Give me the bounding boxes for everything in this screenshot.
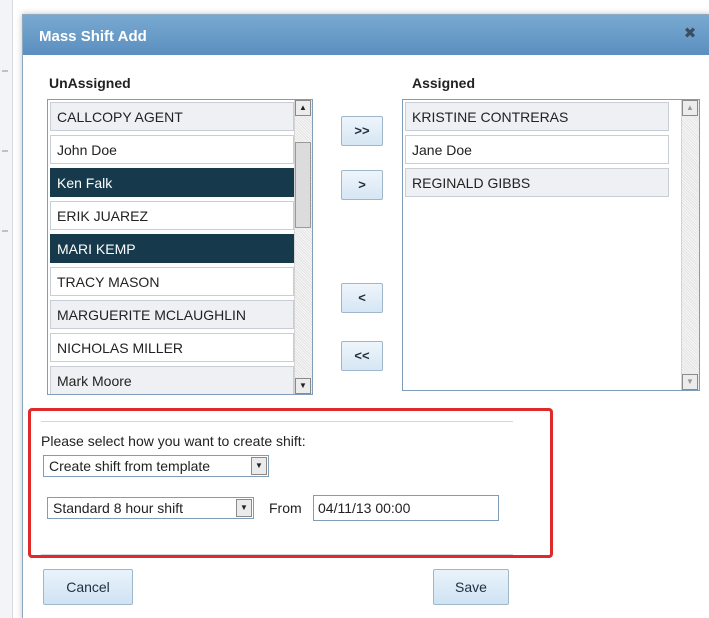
dialog-title: Mass Shift Add (39, 28, 147, 45)
add-all-button[interactable]: >> (341, 116, 383, 146)
page: Mass Shift Add ✖ UnAssigned CALLCOPY AGE… (0, 0, 709, 618)
scroll-up-icon[interactable]: ▲ (295, 100, 311, 116)
background-mark (2, 230, 8, 232)
list-item[interactable]: KRISTINE CONTRERAS (405, 102, 669, 131)
list-item[interactable]: MARGUERITE MCLAUGHLIN (50, 300, 294, 329)
unassigned-label: UnAssigned (49, 75, 131, 91)
assigned-listbox[interactable]: KRISTINE CONTRERAS Jane Doe REGINALD GIBBS… (402, 99, 700, 391)
divider (41, 421, 513, 422)
close-icon[interactable]: ✖ (682, 26, 698, 42)
list-item[interactable]: NICHOLAS MILLER (50, 333, 294, 362)
chevron-down-icon[interactable]: ▼ (236, 499, 252, 517)
list-item[interactable]: MARI KEMP (50, 234, 294, 263)
list-item[interactable]: Mark Moore (50, 366, 294, 394)
list-item[interactable]: John Doe (50, 135, 294, 164)
shift-creation-prompt: Please select how you want to create shi… (41, 433, 306, 449)
background-mark (2, 70, 8, 72)
divider (41, 554, 513, 555)
background-top (0, 0, 709, 10)
unassigned-scrollbar[interactable]: ▲ ▼ (294, 100, 312, 394)
shift-creation-panel: Please select how you want to create shi… (41, 421, 513, 555)
scroll-thumb[interactable] (295, 142, 311, 228)
scroll-down-icon[interactable]: ▼ (682, 374, 698, 390)
dialog-titlebar: Mass Shift Add ✖ (23, 15, 709, 55)
list-item[interactable]: Ken Falk (50, 168, 294, 197)
shift-method-select[interactable]: Create shift from template ▼ (43, 455, 269, 477)
assigned-list: KRISTINE CONTRERAS Jane Doe REGINALD GIBBS (405, 102, 669, 201)
shift-template-value: Standard 8 hour shift (53, 500, 183, 516)
list-item[interactable]: CALLCOPY AGENT (50, 102, 294, 131)
from-datetime-input[interactable]: 04/11/13 00:00 (313, 495, 499, 521)
shift-method-value: Create shift from template (49, 458, 211, 474)
assigned-label: Assigned (412, 75, 476, 91)
list-item[interactable]: ERIK JUAREZ (50, 201, 294, 230)
shift-template-select[interactable]: Standard 8 hour shift ▼ (47, 497, 254, 519)
scroll-up-icon[interactable]: ▲ (682, 100, 698, 116)
list-item[interactable]: REGINALD GIBBS (405, 168, 669, 197)
background-mark (2, 150, 8, 152)
save-button[interactable]: Save (433, 569, 509, 605)
unassigned-list: CALLCOPY AGENT John Doe Ken Falk ERIK JUARE… (50, 102, 294, 394)
assigned-scrollbar[interactable]: ▲ ▼ (681, 100, 699, 390)
scroll-down-icon[interactable]: ▼ (295, 378, 311, 394)
remove-all-button[interactable]: << (341, 341, 383, 371)
remove-selected-button[interactable]: < (341, 283, 383, 313)
list-item[interactable]: Jane Doe (405, 135, 669, 164)
list-item[interactable]: TRACY MASON (50, 267, 294, 296)
unassigned-listbox[interactable]: CALLCOPY AGENT John Doe Ken Falk ERIK JUARE… (47, 99, 313, 395)
background-page-strip (0, 0, 13, 618)
cancel-button[interactable]: Cancel (43, 569, 133, 605)
add-selected-button[interactable]: > (341, 170, 383, 200)
chevron-down-icon[interactable]: ▼ (251, 457, 267, 475)
mass-shift-add-dialog: Mass Shift Add ✖ UnAssigned CALLCOPY AGE… (22, 14, 709, 618)
from-label: From (269, 500, 302, 516)
